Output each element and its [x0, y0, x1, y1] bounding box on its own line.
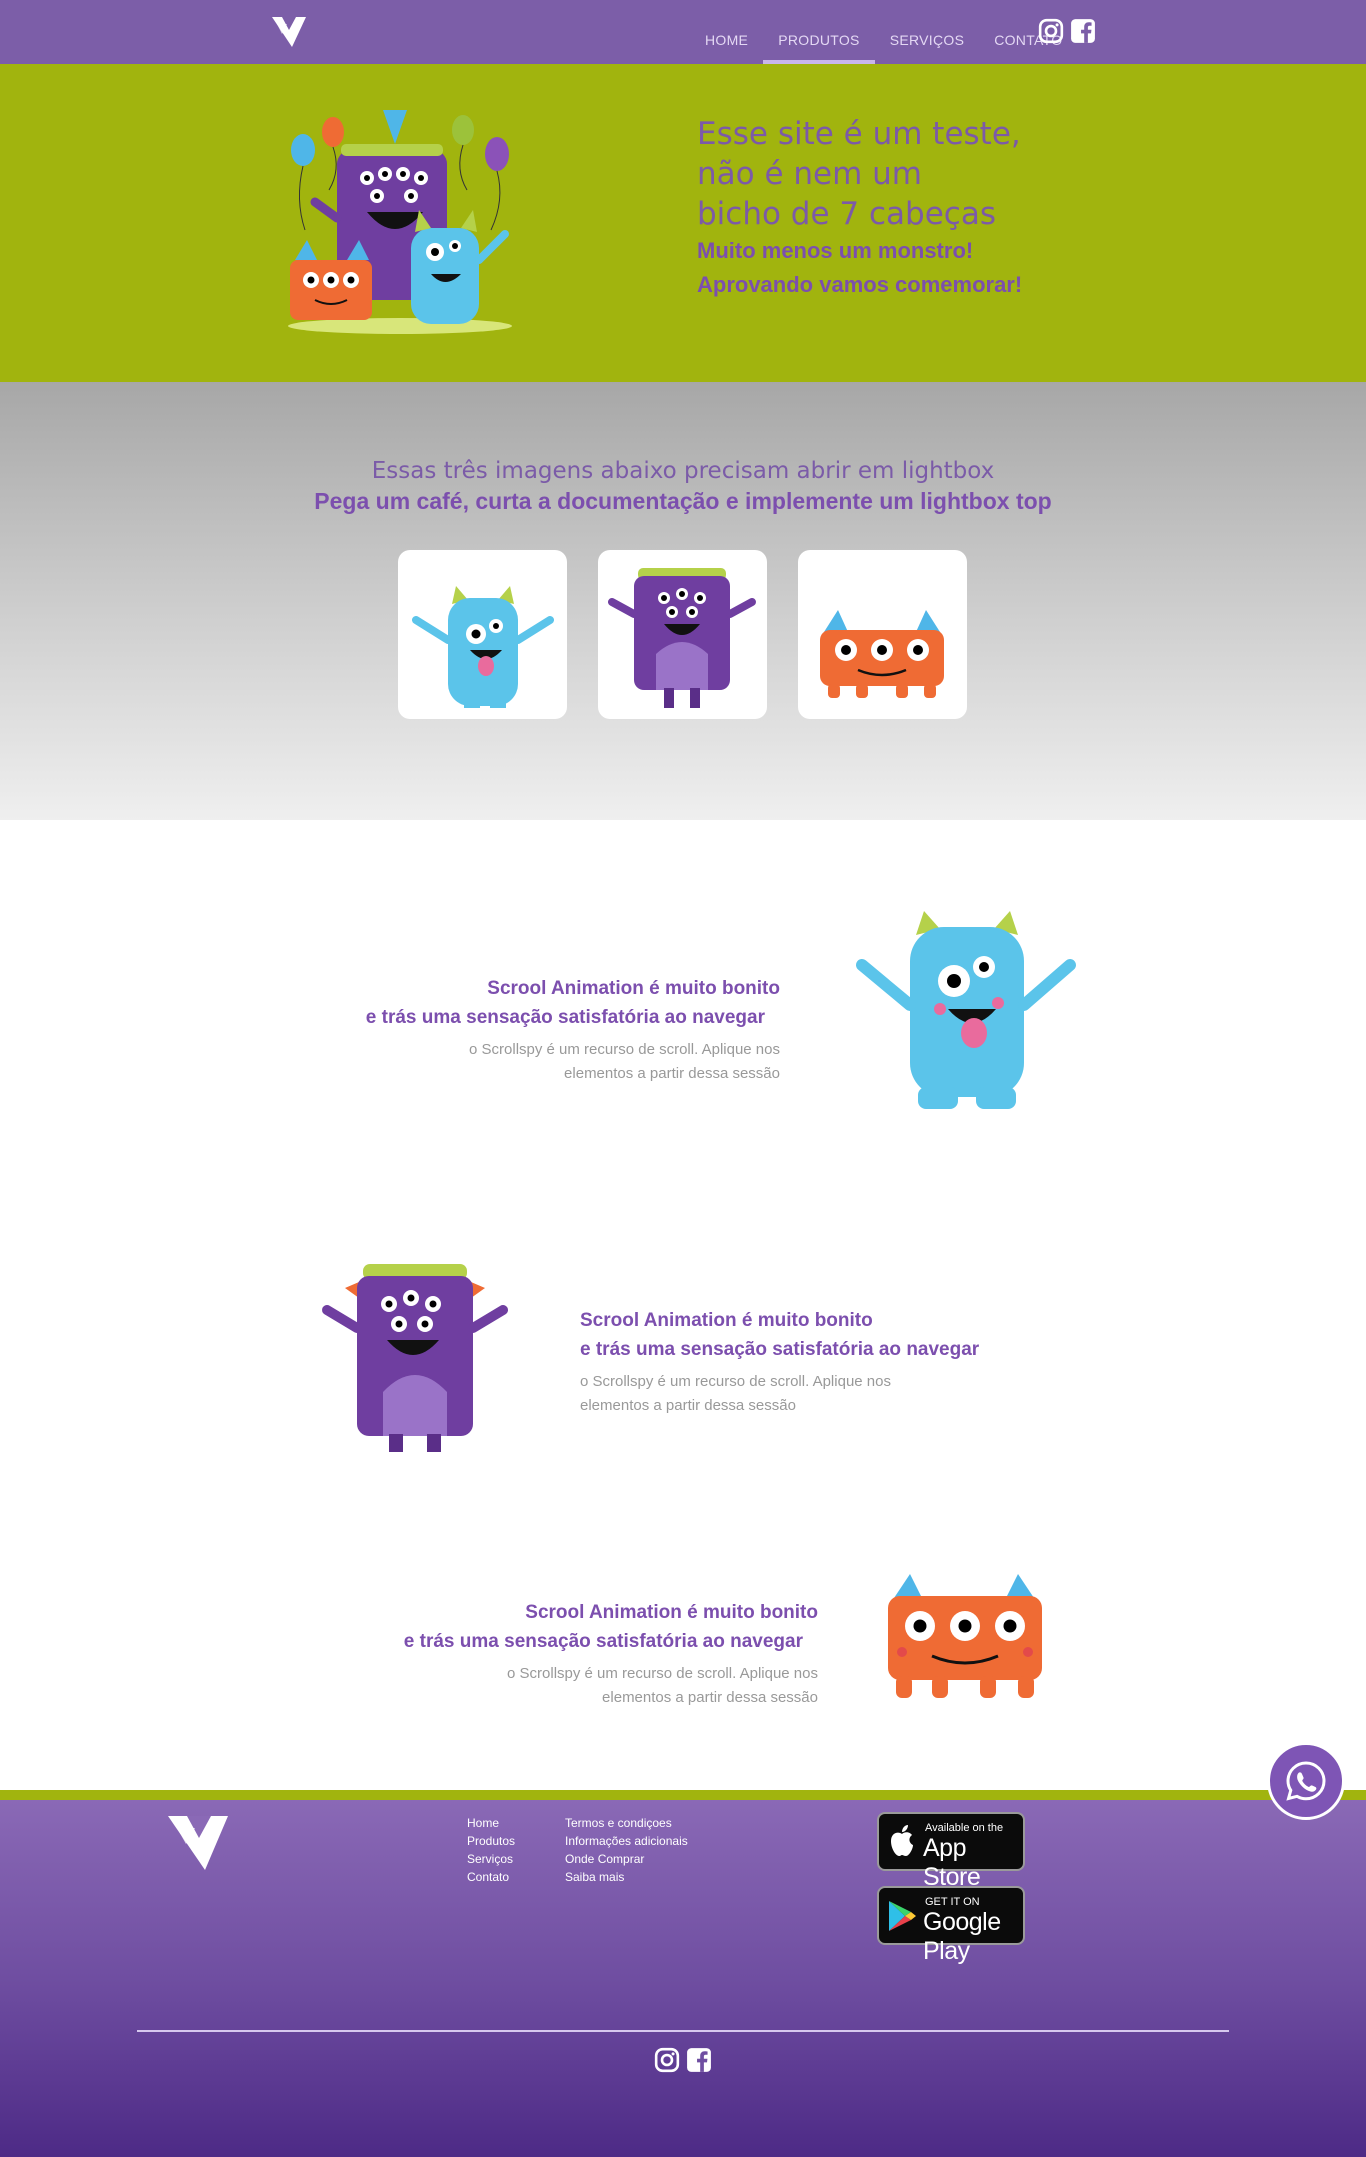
gallery-thumb-orange-monster[interactable] [798, 550, 967, 719]
footer-link-produtos[interactable]: Produtos [467, 1832, 515, 1850]
gallery-title: Pega um café, curta a documentação e imp… [314, 488, 1052, 514]
hero-line-1: Esse site é um teste, [697, 116, 1021, 152]
blue-monster-icon [412, 586, 554, 708]
footer-link-termos[interactable]: Termos e condiçoes [565, 1814, 688, 1832]
orange-monster-feature-illustration [888, 1574, 1042, 1698]
feature-3-text-2: elementos a partir dessa sessão [602, 1689, 818, 1706]
feature-3-title-1: Scrool Animation é muito bonito [525, 1602, 818, 1623]
instagram-icon[interactable] [1038, 18, 1064, 44]
hero-line-3: bicho de 7 cabeças [697, 196, 996, 232]
hero-bold-2: Aprovando vamos comemorar! [697, 272, 1023, 297]
app-store-big-text: App Store [923, 1834, 981, 1891]
footer-links-col-2: Termos e condiçoes Informações adicionai… [565, 1814, 688, 1886]
monsters-party-illustration [288, 110, 512, 334]
feature-3-title-2: e trás uma sensação satisfatória ao nave… [403, 1631, 803, 1652]
feature-1-text: Scrool Animation é muito bonito e trás u… [320, 974, 780, 1086]
facebook-icon[interactable] [1070, 18, 1096, 44]
feature-1-title-1: Scrool Animation é muito bonito [487, 978, 780, 999]
gallery-thumb-purple-monster[interactable] [598, 550, 767, 719]
hero-text: Esse site é um teste, não é nem um bicho… [697, 114, 1197, 302]
nav-home[interactable]: HOME [690, 0, 763, 64]
nav-produtos[interactable]: PRODUTOS [763, 0, 875, 64]
apple-icon [891, 1825, 913, 1856]
feature-3-text-1: o Scrollspy é um recurso de scroll. Apli… [507, 1665, 818, 1682]
footer-instagram-icon[interactable] [654, 2047, 680, 2073]
hero-line-2: não é nem um [697, 156, 923, 192]
footer-link-contato[interactable]: Contato [467, 1868, 515, 1886]
feature-2-title-1: Scrool Animation é muito bonito [580, 1310, 873, 1331]
footer-accent-band [0, 1790, 1366, 1800]
footer-facebook-icon[interactable] [686, 2047, 712, 2073]
google-play-big-text: Google Play [923, 1908, 1001, 1965]
feature-3-text: Scrool Animation é muito bonito e trás u… [358, 1598, 818, 1710]
nav-menu: HOME PRODUTOS SERVIÇOS CONTATO [690, 0, 1077, 64]
feature-1-text-1: o Scrollspy é um recurso de scroll. Apli… [469, 1041, 780, 1058]
footer-link-informacoes[interactable]: Informações adicionais [565, 1832, 688, 1850]
feature-1-title-2: e trás uma sensação satisfatória ao nave… [365, 1007, 765, 1028]
logo-icon[interactable] [270, 14, 308, 50]
footer-link-onde-comprar[interactable]: Onde Comprar [565, 1850, 688, 1868]
footer-links-col-1: Home Produtos Serviços Contato [467, 1814, 515, 1886]
gallery-thumb-blue-monster[interactable] [398, 550, 567, 719]
feature-1-text-2: elementos a partir dessa sessão [564, 1065, 780, 1082]
feature-2-text: Scrool Animation é muito bonito e trás u… [580, 1306, 1040, 1418]
app-store-badge[interactable]: Available on the App Store [877, 1812, 1025, 1891]
purple-monster-feature-illustration [322, 1264, 508, 1452]
feature-2-text-2: elementos a partir dessa sessão [580, 1397, 796, 1414]
hero-bold-1: Muito menos um monstro! [697, 238, 974, 263]
purple-monster-icon [608, 568, 756, 708]
orange-monster-icon [820, 610, 944, 698]
google-play-small-text: GET IT ON [925, 1896, 980, 1908]
app-store-small-text: Available on the [925, 1822, 1004, 1834]
blue-monster-feature-illustration [856, 911, 1076, 1109]
footer-logo-icon[interactable] [165, 1812, 231, 1874]
whatsapp-floating-button[interactable] [1267, 1742, 1345, 1820]
feature-2-text-1: o Scrollspy é um recurso de scroll. Apli… [580, 1373, 891, 1390]
footer-divider [137, 2030, 1229, 2032]
google-play-badge[interactable]: GET IT ON Google Play [877, 1886, 1025, 1965]
footer-link-saiba-mais[interactable]: Saiba mais [565, 1868, 688, 1886]
footer-link-home[interactable]: Home [467, 1814, 515, 1832]
feature-2-title-2: e trás uma sensação satisfatória ao nave… [580, 1339, 980, 1360]
navbar: HOME PRODUTOS SERVIÇOS CONTATO [0, 0, 1366, 64]
whatsapp-icon [1286, 1761, 1326, 1801]
google-play-icon [889, 1901, 916, 1931]
gallery-subtitle: Essas três imagens abaixo precisam abrir… [371, 458, 995, 484]
footer-link-servicos[interactable]: Serviços [467, 1850, 515, 1868]
nav-servicos[interactable]: SERVIÇOS [875, 0, 980, 64]
